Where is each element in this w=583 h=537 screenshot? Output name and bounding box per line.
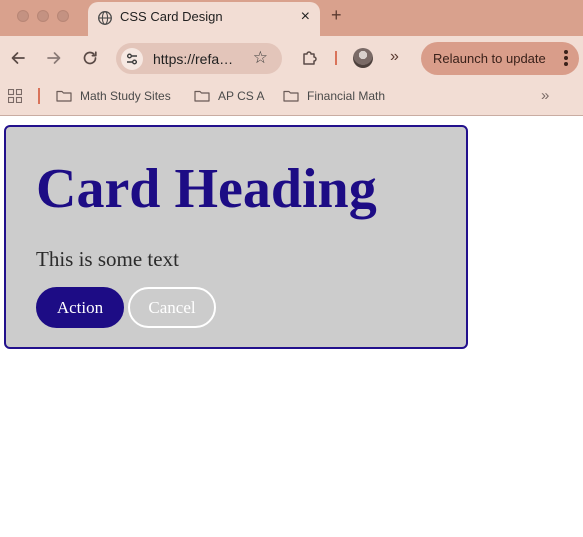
more-tools-chevron-icon[interactable]: » [390, 47, 399, 67]
browser-toolbar: https://refa… ☆ » Relaunch to update [0, 36, 583, 80]
relaunch-to-update-button[interactable]: Relaunch to update [421, 42, 579, 75]
bookmark-star-icon[interactable]: ☆ [253, 48, 268, 68]
minimize-window-button[interactable] [37, 10, 49, 22]
toolbar-divider [335, 51, 337, 65]
close-window-button[interactable] [17, 10, 29, 22]
kebab-menu-icon[interactable] [564, 50, 568, 66]
extensions-puzzle-icon[interactable] [300, 48, 320, 68]
bookmark-label: Math Study Sites [80, 89, 171, 103]
bookmark-label: Financial Math [307, 89, 386, 103]
new-tab-button[interactable]: + [331, 5, 342, 25]
folder-icon [56, 90, 72, 102]
tab-title: CSS Card Design [120, 9, 223, 24]
card-text: This is some text [36, 247, 179, 271]
profile-avatar[interactable] [353, 48, 373, 68]
back-arrow-icon[interactable] [8, 48, 28, 68]
address-bar[interactable]: https://refa… ☆ [116, 43, 282, 74]
forward-arrow-icon[interactable] [44, 48, 64, 68]
url-text[interactable]: https://refa… [153, 51, 233, 67]
card-heading: Card Heading [36, 158, 377, 220]
folder-icon [283, 90, 299, 102]
reload-icon[interactable] [80, 48, 100, 68]
bookmarks-bar: Math Study Sites AP CS A Financial Math … [0, 80, 583, 116]
more-bookmarks-chevron-icon[interactable]: » [541, 86, 549, 106]
apps-grid-icon[interactable] [8, 89, 22, 103]
tab-close-icon[interactable]: × [301, 8, 310, 26]
relaunch-label: Relaunch to update [433, 51, 546, 66]
cancel-button[interactable]: Cancel [128, 287, 216, 328]
tab-strip: CSS Card Design × + [0, 0, 583, 36]
site-info-icon[interactable] [121, 48, 143, 70]
bookmark-label: AP CS A [218, 89, 265, 103]
card: Card Heading This is some text Action Ca… [4, 125, 468, 349]
globe-icon [98, 11, 112, 25]
tab-css-card-design[interactable]: CSS Card Design × [88, 2, 320, 36]
folder-icon [194, 90, 210, 102]
bookmarks-divider [38, 88, 40, 104]
action-button[interactable]: Action [36, 287, 124, 328]
maximize-window-button[interactable] [57, 10, 69, 22]
